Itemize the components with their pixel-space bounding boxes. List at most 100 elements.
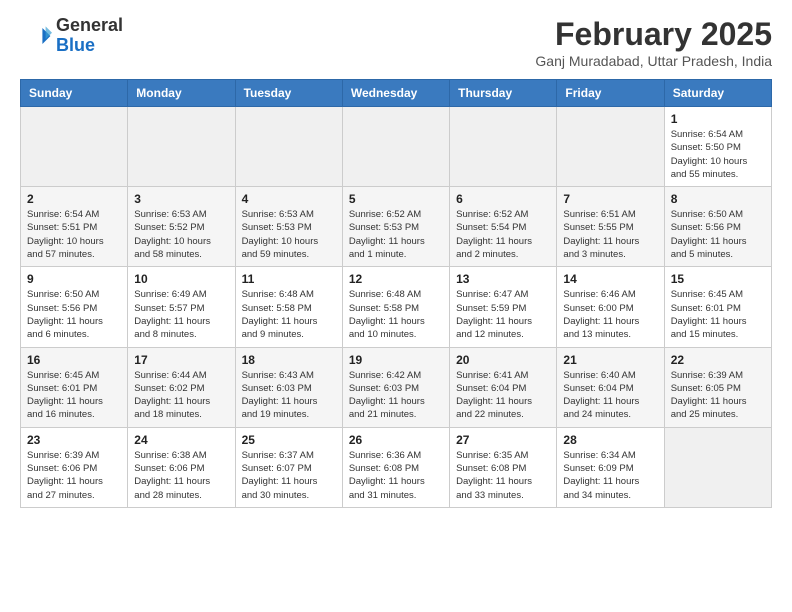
day-cell: 25 Sunrise: 6:37 AM Sunset: 6:07 PM Dayli… [235,427,342,507]
weekday-sunday: Sunday [21,80,128,107]
day-number: 17 [134,353,228,367]
day-cell [235,107,342,187]
day-number: 5 [349,192,443,206]
day-cell: 10 Sunrise: 6:49 AM Sunset: 5:57 PM Dayli… [128,267,235,347]
day-info: Sunrise: 6:45 AM Sunset: 6:01 PM Dayligh… [671,288,765,341]
day-number: 9 [27,272,121,286]
weekday-thursday: Thursday [450,80,557,107]
day-cell: 14 Sunrise: 6:46 AM Sunset: 6:00 PM Dayli… [557,267,664,347]
calendar: SundayMondayTuesdayWednesdayThursdayFrid… [20,79,772,508]
day-number: 27 [456,433,550,447]
day-number: 2 [27,192,121,206]
day-number: 16 [27,353,121,367]
day-info: Sunrise: 6:53 AM Sunset: 5:52 PM Dayligh… [134,208,228,261]
day-info: Sunrise: 6:34 AM Sunset: 6:09 PM Dayligh… [563,449,657,502]
day-cell [664,427,771,507]
day-number: 26 [349,433,443,447]
day-number: 4 [242,192,336,206]
weekday-friday: Friday [557,80,664,107]
day-cell: 9 Sunrise: 6:50 AM Sunset: 5:56 PM Daylig… [21,267,128,347]
location: Ganj Muradabad, Uttar Pradesh, India [535,53,772,69]
day-number: 6 [456,192,550,206]
day-info: Sunrise: 6:40 AM Sunset: 6:04 PM Dayligh… [563,369,657,422]
weekday-header-row: SundayMondayTuesdayWednesdayThursdayFrid… [21,80,772,107]
day-cell: 21 Sunrise: 6:40 AM Sunset: 6:04 PM Dayli… [557,347,664,427]
day-cell: 26 Sunrise: 6:36 AM Sunset: 6:08 PM Dayli… [342,427,449,507]
day-info: Sunrise: 6:52 AM Sunset: 5:54 PM Dayligh… [456,208,550,261]
day-number: 25 [242,433,336,447]
weekday-saturday: Saturday [664,80,771,107]
day-number: 8 [671,192,765,206]
day-info: Sunrise: 6:37 AM Sunset: 6:07 PM Dayligh… [242,449,336,502]
day-cell: 6 Sunrise: 6:52 AM Sunset: 5:54 PM Daylig… [450,187,557,267]
logo: General Blue [20,16,123,56]
day-cell: 3Sunrise: 6:53 AM Sunset: 5:52 PM Daylig… [128,187,235,267]
day-cell: 17 Sunrise: 6:44 AM Sunset: 6:02 PM Dayli… [128,347,235,427]
day-info: Sunrise: 6:36 AM Sunset: 6:08 PM Dayligh… [349,449,443,502]
day-cell: 16Sunrise: 6:45 AM Sunset: 6:01 PM Dayli… [21,347,128,427]
day-number: 20 [456,353,550,367]
day-number: 14 [563,272,657,286]
day-cell: 28 Sunrise: 6:34 AM Sunset: 6:09 PM Dayli… [557,427,664,507]
day-number: 28 [563,433,657,447]
day-info: Sunrise: 6:41 AM Sunset: 6:04 PM Dayligh… [456,369,550,422]
day-cell [21,107,128,187]
day-cell [342,107,449,187]
day-number: 15 [671,272,765,286]
day-info: Sunrise: 6:42 AM Sunset: 6:03 PM Dayligh… [349,369,443,422]
day-number: 19 [349,353,443,367]
day-cell: 13Sunrise: 6:47 AM Sunset: 5:59 PM Dayli… [450,267,557,347]
weekday-monday: Monday [128,80,235,107]
day-cell: 12 Sunrise: 6:48 AM Sunset: 5:58 PM Dayli… [342,267,449,347]
day-cell: 1Sunrise: 6:54 AM Sunset: 5:50 PM Daylig… [664,107,771,187]
day-info: Sunrise: 6:38 AM Sunset: 6:06 PM Dayligh… [134,449,228,502]
weekday-tuesday: Tuesday [235,80,342,107]
day-cell: 20 Sunrise: 6:41 AM Sunset: 6:04 PM Dayli… [450,347,557,427]
week-row-3: 9 Sunrise: 6:50 AM Sunset: 5:56 PM Daylig… [21,267,772,347]
day-info: Sunrise: 6:44 AM Sunset: 6:02 PM Dayligh… [134,369,228,422]
logo-text: General Blue [56,16,123,56]
day-cell: 15 Sunrise: 6:45 AM Sunset: 6:01 PM Dayli… [664,267,771,347]
day-cell: 19 Sunrise: 6:42 AM Sunset: 6:03 PM Dayli… [342,347,449,427]
day-info: Sunrise: 6:48 AM Sunset: 5:58 PM Dayligh… [349,288,443,341]
day-cell: 27 Sunrise: 6:35 AM Sunset: 6:08 PM Dayli… [450,427,557,507]
day-info: Sunrise: 6:50 AM Sunset: 5:56 PM Dayligh… [27,288,121,341]
day-info: Sunrise: 6:48 AM Sunset: 5:58 PM Dayligh… [242,288,336,341]
weekday-wednesday: Wednesday [342,80,449,107]
day-info: Sunrise: 6:51 AM Sunset: 5:55 PM Dayligh… [563,208,657,261]
month-title: February 2025 [535,16,772,53]
day-info: Sunrise: 6:35 AM Sunset: 6:08 PM Dayligh… [456,449,550,502]
logo-blue: Blue [56,35,95,55]
day-info: Sunrise: 6:47 AM Sunset: 5:59 PM Dayligh… [456,288,550,341]
day-number: 23 [27,433,121,447]
day-cell: 8 Sunrise: 6:50 AM Sunset: 5:56 PM Daylig… [664,187,771,267]
day-number: 22 [671,353,765,367]
day-info: Sunrise: 6:50 AM Sunset: 5:56 PM Dayligh… [671,208,765,261]
day-info: Sunrise: 6:43 AM Sunset: 6:03 PM Dayligh… [242,369,336,422]
day-number: 12 [349,272,443,286]
day-cell: 24Sunrise: 6:38 AM Sunset: 6:06 PM Dayli… [128,427,235,507]
week-row-5: 23 Sunrise: 6:39 AM Sunset: 6:06 PM Dayli… [21,427,772,507]
day-number: 7 [563,192,657,206]
day-info: Sunrise: 6:54 AM Sunset: 5:51 PM Dayligh… [27,208,121,261]
day-cell: 22Sunrise: 6:39 AM Sunset: 6:05 PM Dayli… [664,347,771,427]
page: General Blue February 2025 Ganj Muradaba… [0,0,792,524]
day-number: 21 [563,353,657,367]
day-info: Sunrise: 6:39 AM Sunset: 6:06 PM Dayligh… [27,449,121,502]
header: General Blue February 2025 Ganj Muradaba… [20,16,772,69]
week-row-4: 16Sunrise: 6:45 AM Sunset: 6:01 PM Dayli… [21,347,772,427]
day-info: Sunrise: 6:46 AM Sunset: 6:00 PM Dayligh… [563,288,657,341]
day-cell: 5 Sunrise: 6:52 AM Sunset: 5:53 PM Daylig… [342,187,449,267]
day-cell [128,107,235,187]
day-info: Sunrise: 6:54 AM Sunset: 5:50 PM Dayligh… [671,128,765,181]
day-cell: 4Sunrise: 6:53 AM Sunset: 5:53 PM Daylig… [235,187,342,267]
day-cell: 11 Sunrise: 6:48 AM Sunset: 5:58 PM Dayli… [235,267,342,347]
day-info: Sunrise: 6:49 AM Sunset: 5:57 PM Dayligh… [134,288,228,341]
day-cell: 23 Sunrise: 6:39 AM Sunset: 6:06 PM Dayli… [21,427,128,507]
title-block: February 2025 Ganj Muradabad, Uttar Prad… [535,16,772,69]
day-info: Sunrise: 6:52 AM Sunset: 5:53 PM Dayligh… [349,208,443,261]
day-cell: 7 Sunrise: 6:51 AM Sunset: 5:55 PM Daylig… [557,187,664,267]
day-number: 11 [242,272,336,286]
day-number: 10 [134,272,228,286]
logo-icon [20,20,52,52]
